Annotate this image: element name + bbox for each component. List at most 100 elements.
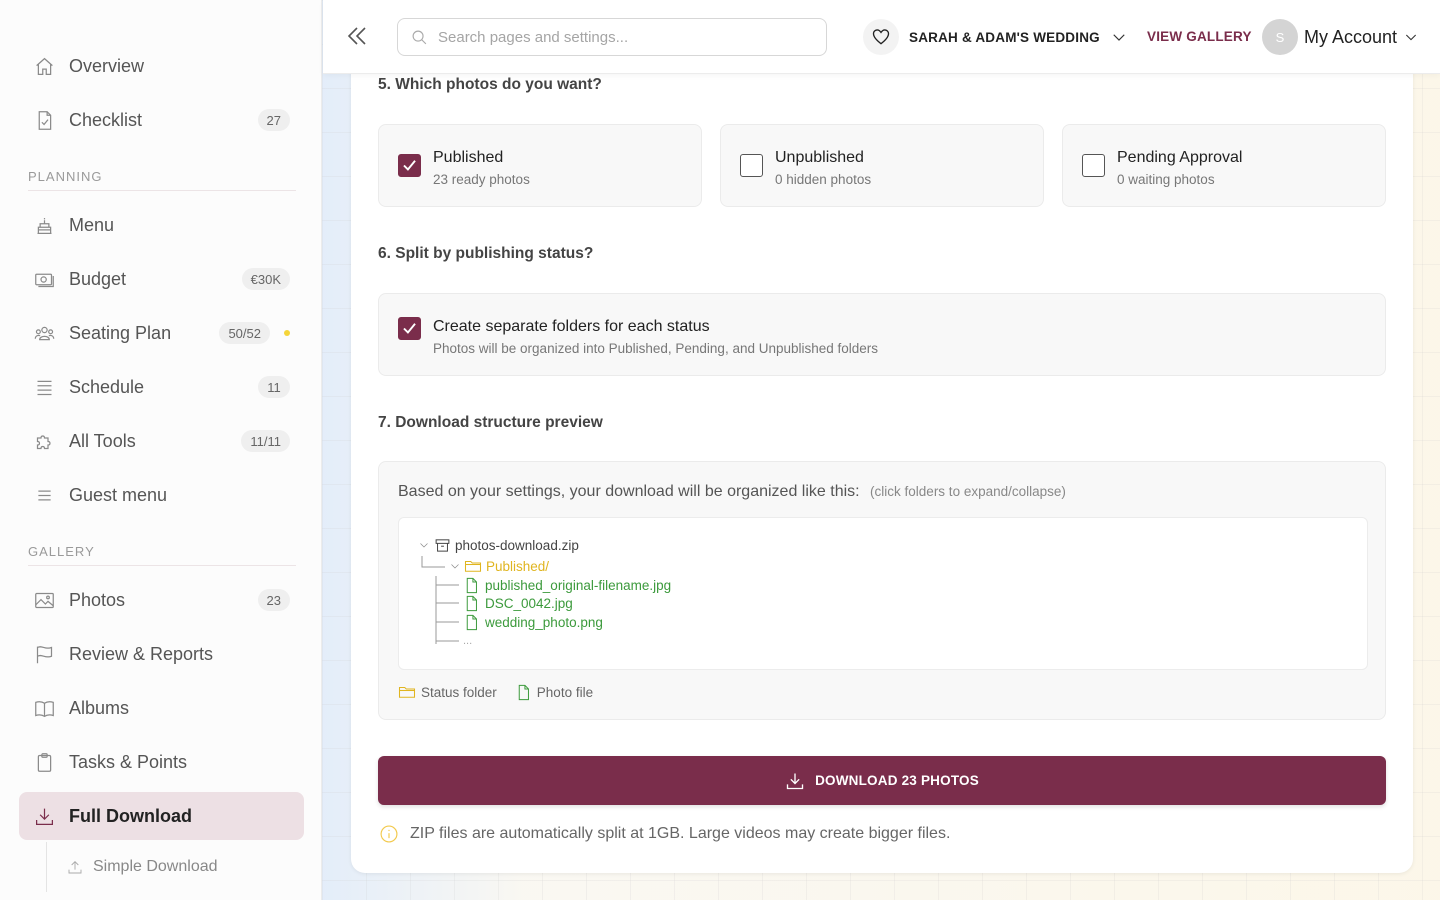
option-title: Published — [433, 149, 504, 166]
sidebar-item-label: Seating Plan — [69, 322, 172, 343]
search-input[interactable] — [438, 25, 808, 49]
cake-icon — [33, 214, 55, 236]
search-field[interactable] — [397, 18, 827, 56]
file-name: published_original-filename.jpg — [485, 577, 672, 593]
file-name: wedding_photo.png — [485, 614, 603, 630]
info-icon — [380, 825, 398, 843]
search-icon — [412, 30, 427, 45]
option-subtitle: 0 waiting photos — [1117, 172, 1215, 187]
sidebar-item-all-tools[interactable]: All Tools 11/11 — [19, 417, 304, 465]
download-photos-button[interactable]: DOWNLOAD 23 PHOTOS — [378, 756, 1386, 805]
split-folders-checkbox[interactable] — [398, 317, 421, 340]
tree-file-row: wedding_photo.png — [463, 613, 603, 631]
sidebar-item-menu[interactable]: Menu — [19, 201, 304, 249]
sidebar-item-full-download[interactable]: Full Download — [19, 792, 304, 840]
tree-more-indicator: ... — [463, 635, 473, 647]
clipboard-icon — [33, 751, 55, 773]
sidebar-item-label: Budget — [69, 268, 127, 289]
users-icon — [33, 322, 55, 344]
tree-file-row: DSC_0042.jpg — [463, 594, 573, 612]
sidebar-item-schedule[interactable]: Schedule 11 — [19, 363, 304, 411]
sidebar-item-photos[interactable]: Photos 23 — [19, 576, 304, 624]
home-icon — [33, 55, 55, 77]
published-checkbox[interactable] — [398, 154, 421, 177]
count-badge: 50/52 — [219, 322, 270, 344]
account-menu[interactable]: S My Account — [1262, 18, 1419, 56]
collapse-sidebar-button[interactable] — [345, 24, 369, 48]
count-badge: 11 — [258, 376, 290, 398]
top-bar: SARAH & ADAM'S WEDDING VIEW GALLERY S My… — [323, 0, 1440, 74]
sidebar-item-guest-menu[interactable]: Guest menu — [19, 471, 304, 519]
double-chevron-left-icon — [347, 27, 366, 45]
note-text: ZIP files are automatically split at 1GB… — [410, 825, 951, 842]
download-button-label: DOWNLOAD 23 PHOTOS — [815, 773, 979, 788]
chevron-down-icon — [451, 564, 459, 569]
sidebar-item-review-reports[interactable]: Review & Reports — [19, 630, 304, 678]
puzzle-icon — [33, 430, 55, 452]
option-pending-approval[interactable]: Pending Approval 0 waiting photos — [1062, 124, 1386, 207]
folder-icon — [464, 560, 482, 572]
file-icon — [466, 595, 477, 611]
sidebar-item-albums[interactable]: Albums — [19, 684, 304, 732]
status-dot — [284, 330, 290, 336]
sidebar-item-label: Guest menu — [69, 484, 168, 505]
upload-icon — [68, 861, 82, 874]
option-published[interactable]: Published 23 ready photos — [378, 124, 702, 207]
tree-zip-row[interactable]: photos-download.zip — [418, 536, 579, 554]
sidebar-item-checklist[interactable]: Checklist 27 — [19, 96, 304, 144]
download-icon — [33, 805, 55, 827]
sidebar-item-simple-download[interactable]: Simple Download — [46, 842, 304, 892]
view-gallery-link[interactable]: VIEW GALLERY — [1147, 29, 1252, 44]
image-icon — [33, 589, 55, 611]
folder-icon — [398, 686, 416, 698]
list-icon — [33, 376, 55, 398]
chevron-down-icon — [1113, 34, 1125, 41]
option-title: Create separate folders for each status — [433, 318, 710, 335]
download-settings-card: 5. Which photos do you want? Published 2… — [351, 40, 1413, 873]
pending-approval-checkbox[interactable] — [1082, 154, 1105, 177]
sidebar-item-label: All Tools — [69, 430, 136, 451]
structure-preview: Based on your settings, your download wi… — [378, 461, 1386, 720]
legend-folder-label: Status folder — [421, 684, 497, 700]
preview-intro: Based on your settings, your download wi… — [398, 483, 1066, 501]
tree-folder-row[interactable]: Published/ — [449, 557, 549, 575]
sidebar-item-budget[interactable]: Budget €30K — [19, 255, 304, 303]
sidebar-item-label: Checklist — [69, 109, 143, 130]
sidebar-item-label: Albums — [69, 697, 130, 718]
heart-icon — [863, 19, 899, 55]
chevron-down-icon — [1406, 34, 1417, 41]
sidebar-item-label: Tasks & Points — [69, 751, 188, 772]
section-heading-planning: PLANNING — [28, 169, 103, 184]
split-folders-option[interactable]: Create separate folders for each status … — [378, 293, 1386, 376]
event-selector[interactable]: SARAH & ADAM'S WEDDING — [863, 18, 1128, 56]
sidebar-item-label: Full Download — [69, 805, 192, 826]
event-name: SARAH & ADAM'S WEDDING — [909, 29, 1100, 45]
checklist-icon — [33, 109, 55, 131]
unpublished-checkbox[interactable] — [740, 154, 763, 177]
sidebar: Overview Checklist 27 PLANNING Menu Budg… — [0, 0, 322, 900]
option-subtitle: Photos will be organized into Published,… — [433, 341, 879, 356]
file-icon — [518, 684, 529, 700]
sidebar-item-tasks-points[interactable]: Tasks & Points — [19, 738, 304, 786]
option-title: Unpublished — [775, 149, 864, 166]
folder-name: Published/ — [486, 558, 550, 574]
check-icon — [403, 323, 416, 334]
sidebar-item-label: Overview — [69, 55, 145, 76]
option-title: Pending Approval — [1117, 149, 1243, 166]
option-subtitle: 23 ready photos — [433, 172, 530, 187]
sidebar-item-overview[interactable]: Overview — [19, 42, 304, 90]
menu-lines-icon — [33, 484, 55, 506]
section-divider — [28, 565, 296, 566]
option-unpublished[interactable]: Unpublished 0 hidden photos — [720, 124, 1044, 207]
sidebar-item-seating-plan[interactable]: Seating Plan 50/52 — [19, 309, 304, 357]
section-heading-gallery: GALLERY — [28, 544, 95, 559]
file-name: DSC_0042.jpg — [485, 595, 573, 611]
chevron-down-icon — [420, 543, 428, 548]
count-badge: 27 — [257, 109, 290, 131]
question-7-title: 7. Download structure preview — [378, 414, 603, 431]
sidebar-item-label: Review & Reports — [69, 643, 214, 664]
file-tree: photos-download.zip Published/ published… — [398, 517, 1368, 670]
sidebar-item-label: Simple Download — [93, 858, 218, 875]
file-icon — [466, 577, 477, 593]
section-divider — [28, 190, 296, 191]
